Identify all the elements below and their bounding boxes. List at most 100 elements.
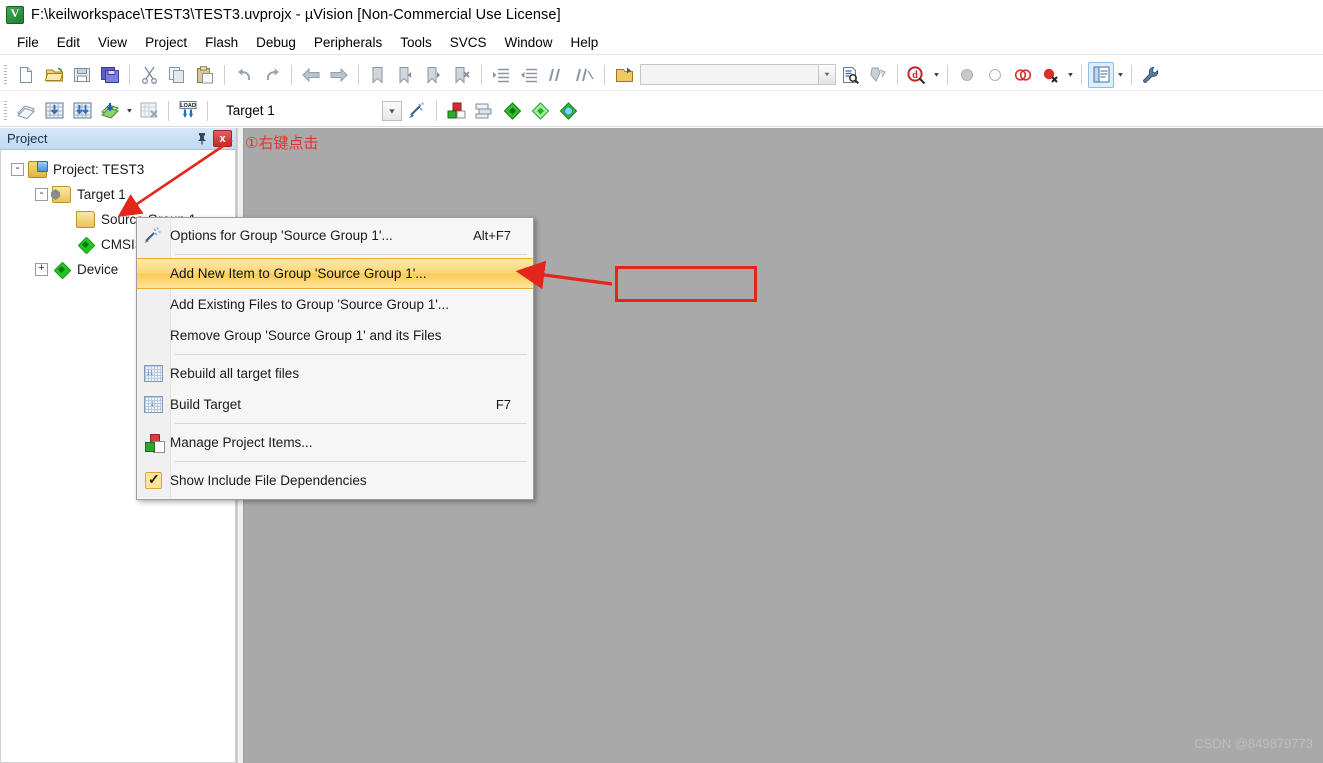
menu-peripherals[interactable]: Peripherals	[305, 33, 391, 52]
menu-item-manage-project-items[interactable]: Manage Project Items...	[137, 427, 533, 458]
menu-view[interactable]: View	[89, 33, 136, 52]
close-icon[interactable]: x	[213, 130, 232, 147]
annotation-step1-label: ①右键点击	[245, 134, 319, 152]
bookmark-next-icon[interactable]	[421, 62, 447, 88]
translate-file-icon[interactable]	[13, 98, 39, 124]
expander-icon[interactable]: +	[35, 263, 48, 276]
copy-icon[interactable]	[164, 62, 190, 88]
configure-wrench-icon[interactable]	[1138, 62, 1164, 88]
source-group-context-menu: Options for Group 'Source Group 1'... Al…	[136, 217, 534, 500]
menu-item-build-target[interactable]: Build Target F7	[137, 389, 533, 420]
manage-run-time-environment-icon[interactable]	[527, 98, 553, 124]
menu-flash[interactable]: Flash	[196, 33, 247, 52]
target-select[interactable]: Target 1	[221, 99, 403, 122]
toolbar-separator	[1131, 64, 1132, 85]
open-file-icon[interactable]	[41, 62, 67, 88]
navigate-forward-icon[interactable]	[326, 62, 352, 88]
toolbar-separator	[168, 100, 169, 121]
project-window-dropdown-caret[interactable]	[1115, 62, 1126, 88]
debug-dropdown-caret[interactable]	[931, 62, 942, 88]
menu-file[interactable]: File	[8, 33, 48, 52]
cut-icon[interactable]	[136, 62, 162, 88]
build-target-icon[interactable]	[41, 98, 67, 124]
expander-icon[interactable]: -	[11, 163, 24, 176]
multi-project-icon[interactable]	[471, 98, 497, 124]
batch-build-icon[interactable]	[97, 98, 123, 124]
menu-tools[interactable]: Tools	[391, 33, 441, 52]
stop-build-icon[interactable]	[136, 98, 162, 124]
bookmark-toggle-icon[interactable]	[365, 62, 391, 88]
chevron-down-icon[interactable]	[382, 100, 402, 121]
expander-icon[interactable]: -	[35, 188, 48, 201]
watermark: CSDN @849879773	[1194, 736, 1313, 751]
menu-item-show-include-dependencies[interactable]: Show Include File Dependencies	[137, 465, 533, 496]
manage-project-items-icon[interactable]	[443, 98, 469, 124]
paste-icon[interactable]	[192, 62, 218, 88]
bookmark-tool-icon[interactable]	[865, 62, 891, 88]
new-file-icon[interactable]	[13, 62, 39, 88]
toolbar-separator	[604, 64, 605, 85]
keil-uvision-icon	[6, 5, 24, 24]
tree-item-project[interactable]: - Project: TEST3	[1, 157, 235, 182]
uncomment-icon[interactable]	[572, 62, 598, 88]
expander-placeholder	[59, 213, 72, 226]
menu-edit[interactable]: Edit	[48, 33, 89, 52]
project-window-icon[interactable]	[1088, 61, 1114, 88]
menu-item-add-new-item[interactable]: Add New Item to Group 'Source Group 1'..…	[137, 258, 533, 289]
manage-items-icon	[137, 427, 170, 458]
project-panel-title: Project	[7, 131, 48, 146]
pin-icon[interactable]	[193, 130, 210, 147]
toolbar-separator	[481, 64, 482, 85]
navigate-back-icon[interactable]	[298, 62, 324, 88]
download-to-flash-icon[interactable]: LOAD	[175, 98, 201, 124]
menu-item-rebuild-all[interactable]: Rebuild all target files	[137, 358, 533, 389]
menu-item-remove-group[interactable]: Remove Group 'Source Group 1' and its Fi…	[137, 320, 533, 351]
save-all-icon[interactable]	[97, 62, 123, 88]
menu-window[interactable]: Window	[495, 33, 561, 52]
bookmark-prev-icon[interactable]	[393, 62, 419, 88]
pack-installer-icon[interactable]	[499, 98, 525, 124]
svg-text:d: d	[912, 70, 918, 81]
menu-project[interactable]: Project	[136, 33, 196, 52]
target-options-icon[interactable]	[404, 98, 430, 124]
search-combo[interactable]	[640, 64, 836, 85]
toolbar-grip[interactable]	[4, 100, 7, 121]
comment-icon[interactable]	[544, 62, 570, 88]
file-toolbar: d	[0, 59, 1323, 91]
svg-text:LOAD: LOAD	[180, 103, 196, 109]
target-folder-icon	[52, 186, 71, 203]
breakpoints-dropdown-caret[interactable]	[1065, 62, 1076, 88]
menu-item-add-existing-files[interactable]: Add Existing Files to Group 'Source Grou…	[137, 289, 533, 320]
kill-all-breakpoints-icon[interactable]	[1038, 62, 1064, 88]
enable-breakpoint-icon[interactable]	[982, 62, 1008, 88]
bookmark-clear-icon[interactable]	[449, 62, 475, 88]
tree-item-target[interactable]: - Target 1	[1, 182, 235, 207]
chevron-down-icon[interactable]	[818, 65, 835, 84]
redo-icon[interactable]	[259, 62, 285, 88]
find-in-files-icon[interactable]	[837, 62, 863, 88]
open-folder-browse-icon[interactable]	[611, 62, 637, 88]
start-debug-icon[interactable]: d	[904, 62, 930, 88]
disable-all-breakpoints-icon[interactable]	[1010, 62, 1036, 88]
batch-build-dropdown-caret[interactable]	[124, 98, 135, 124]
save-icon[interactable]	[69, 62, 95, 88]
outdent-icon[interactable]	[516, 62, 542, 88]
select-software-packs-icon[interactable]	[555, 98, 581, 124]
window-title: F:\keilworkspace\TEST3\TEST3.uvprojx - µ…	[31, 6, 561, 23]
component-icon	[76, 236, 95, 253]
options-wand-icon	[137, 220, 170, 251]
menu-svcs[interactable]: SVCS	[441, 33, 496, 52]
rebuild-all-icon[interactable]	[69, 98, 95, 124]
menu-item-label: Add Existing Files to Group 'Source Grou…	[170, 297, 450, 312]
undo-icon[interactable]	[231, 62, 257, 88]
toolbar-separator	[947, 64, 948, 85]
insert-breakpoint-icon[interactable]	[954, 62, 980, 88]
toolbar-grip[interactable]	[4, 64, 7, 85]
menu-item-label: Remove Group 'Source Group 1' and its Fi…	[170, 328, 442, 343]
menu-help[interactable]: Help	[562, 33, 608, 52]
menu-item-options-for-group[interactable]: Options for Group 'Source Group 1'... Al…	[137, 220, 533, 251]
menu-debug[interactable]: Debug	[247, 33, 305, 52]
expander-placeholder	[59, 238, 72, 251]
rebuild-icon	[137, 358, 170, 389]
indent-icon[interactable]	[488, 62, 514, 88]
